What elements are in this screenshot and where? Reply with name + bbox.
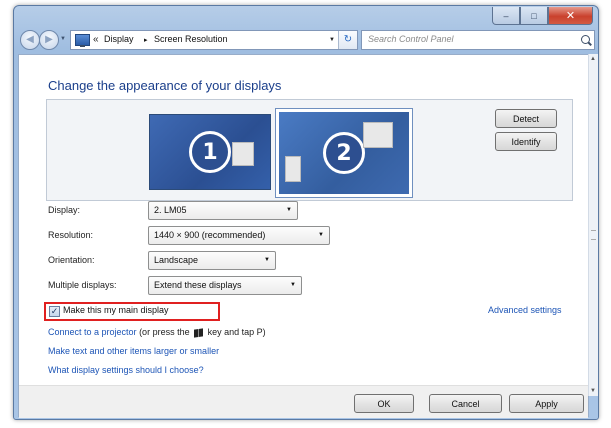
projector-hint-after: key and tap P) xyxy=(205,327,266,337)
detect-button[interactable]: Detect xyxy=(495,109,557,128)
resolution-select[interactable]: 1440 × 900 (recommended) ▼ xyxy=(148,226,330,245)
address-bar[interactable]: « Display ▸ Screen Resolution ▼ ↻ xyxy=(70,30,358,50)
resolution-label: Resolution: xyxy=(48,230,94,240)
search-placeholder: Search Control Panel xyxy=(368,34,454,44)
ok-button[interactable]: OK xyxy=(354,394,414,413)
connect-projector-link[interactable]: Connect to a projector xyxy=(48,327,137,337)
navigation-bar: ◀ ▶ ▼ « Display ▸ Screen Resolution ▼ ↻ … xyxy=(18,28,595,52)
multiple-displays-label: Multiple displays: xyxy=(48,280,117,290)
chevron-down-icon: ▼ xyxy=(286,207,292,213)
scroll-grip-icon[interactable] xyxy=(591,230,596,240)
address-dropdown-icon[interactable]: ▼ xyxy=(329,37,335,43)
minimize-button[interactable]: – xyxy=(492,7,520,25)
chevron-down-icon: ▼ xyxy=(264,257,270,263)
monitor-1-window-icon xyxy=(232,142,254,166)
orientation-select-value: Landscape xyxy=(154,255,199,265)
orientation-select[interactable]: Landscape ▼ xyxy=(148,251,276,270)
maximize-button[interactable]: □ xyxy=(520,7,548,25)
breadcrumb-screen-resolution[interactable]: Screen Resolution xyxy=(154,34,228,44)
projector-line: Connect to a projector (or press the key… xyxy=(48,327,266,338)
breadcrumb-display[interactable]: Display xyxy=(104,34,134,44)
display-help-link[interactable]: What display settings should I choose? xyxy=(48,365,204,375)
vertical-scrollbar[interactable]: ▲ ▼ xyxy=(588,54,598,396)
forward-button[interactable]: ▶ xyxy=(39,30,59,50)
advanced-settings-link[interactable]: Advanced settings xyxy=(488,305,562,315)
back-button[interactable]: ◀ xyxy=(20,30,40,50)
apply-button[interactable]: Apply xyxy=(509,394,584,413)
monitor-2-selected[interactable]: 2 xyxy=(275,108,413,198)
monitor-1[interactable]: 1 xyxy=(149,114,271,190)
cancel-button[interactable]: Cancel xyxy=(429,394,502,413)
main-display-highlight: ✓ Make this my main display xyxy=(44,302,220,321)
multiple-displays-select[interactable]: Extend these displays ▼ xyxy=(148,276,302,295)
search-input[interactable]: Search Control Panel xyxy=(361,30,595,50)
page-title: Change the appearance of your displays xyxy=(48,78,282,93)
monitor-2-number: 2 xyxy=(323,132,365,174)
identify-button[interactable]: Identify xyxy=(495,132,557,151)
screen-resolution-window: – □ ✕ ◀ ▶ ▼ « Display ▸ Screen Resolutio… xyxy=(13,5,599,420)
text-size-link[interactable]: Make text and other items larger or smal… xyxy=(48,346,219,356)
monitor-arrangement-area: 1 2 xyxy=(46,99,573,201)
main-display-checkbox[interactable]: ✓ xyxy=(49,306,60,317)
projector-hint-before: (or press the xyxy=(136,327,193,337)
multiple-displays-select-value: Extend these displays xyxy=(154,280,242,290)
search-icon[interactable] xyxy=(581,35,590,44)
chevron-down-icon: ▼ xyxy=(290,282,296,288)
display-select-value: 2. LM05 xyxy=(154,205,187,215)
monitor-2-window-icon xyxy=(363,122,393,148)
main-display-label[interactable]: Make this my main display xyxy=(63,305,169,315)
scroll-up-icon[interactable]: ▲ xyxy=(590,56,596,62)
scroll-down-icon[interactable]: ▼ xyxy=(590,388,596,394)
display-label: Display: xyxy=(48,205,81,215)
display-select[interactable]: 2. LM05 ▼ xyxy=(148,201,298,220)
orientation-label: Orientation: xyxy=(48,255,95,265)
content-pane: Change the appearance of your displays 1… xyxy=(18,54,589,418)
dialog-footer: OK Cancel Apply xyxy=(19,385,588,418)
close-button[interactable]: ✕ xyxy=(548,7,593,25)
windows-key-icon xyxy=(194,327,204,338)
address-overflow-chevron-icon[interactable]: « xyxy=(93,34,99,45)
refresh-button[interactable]: ↻ xyxy=(338,31,357,49)
control-panel-icon xyxy=(75,34,90,47)
chevron-down-icon: ▼ xyxy=(318,232,324,238)
monitor-2-side-window-icon xyxy=(285,156,301,182)
breadcrumb-separator-icon[interactable]: ▸ xyxy=(144,36,148,44)
recent-pages-dropdown-icon[interactable]: ▼ xyxy=(60,36,66,42)
monitor-1-number: 1 xyxy=(189,131,231,173)
caption-buttons: – □ ✕ xyxy=(492,7,593,25)
resolution-select-value: 1440 × 900 (recommended) xyxy=(154,230,266,240)
